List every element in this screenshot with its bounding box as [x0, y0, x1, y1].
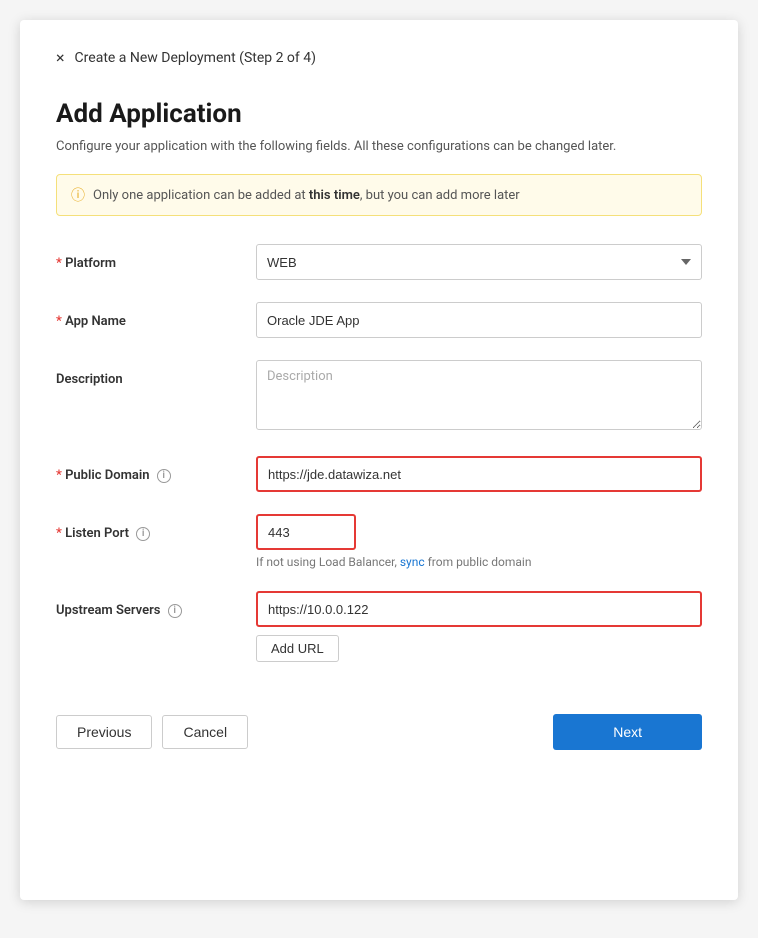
public-domain-field-col [256, 456, 702, 492]
description-label-col: Description [56, 360, 256, 387]
app-name-label-col: App Name [56, 302, 256, 329]
public-domain-input[interactable] [256, 456, 702, 492]
upstream-servers-label: Upstream Servers i [56, 603, 182, 618]
info-banner: ⓘ Only one application can be added at t… [56, 174, 702, 216]
public-domain-label-col: Public Domain i [56, 456, 256, 483]
listen-port-group: Listen Port i If not using Load Balancer… [56, 514, 702, 569]
upstream-servers-group: Upstream Servers i Add URL [56, 591, 702, 662]
public-domain-group: Public Domain i [56, 456, 702, 492]
app-name-label: App Name [56, 314, 126, 329]
modal-footer: Previous Cancel Next [56, 698, 702, 750]
modal-title: Create a New Deployment (Step 2 of 4) [75, 50, 316, 66]
listen-port-label: Listen Port i [56, 526, 150, 541]
add-url-button[interactable]: Add URL [256, 635, 339, 662]
cancel-button[interactable]: Cancel [162, 715, 248, 749]
banner-text: Only one application can be added at thi… [93, 188, 520, 203]
upstream-servers-input[interactable] [256, 591, 702, 627]
next-button[interactable]: Next [553, 714, 702, 750]
description-group: Description [56, 360, 702, 434]
app-name-field-col [256, 302, 702, 338]
modal-header: × Create a New Deployment (Step 2 of 4) [56, 48, 702, 67]
page-heading: Add Application [56, 99, 702, 129]
platform-label: Platform [56, 256, 116, 271]
public-domain-label: Public Domain i [56, 468, 171, 483]
public-domain-info-icon[interactable]: i [157, 469, 171, 483]
upstream-servers-field-col: Add URL [256, 591, 702, 662]
modal-container: × Create a New Deployment (Step 2 of 4) … [20, 20, 738, 900]
info-icon: ⓘ [71, 185, 85, 205]
upstream-servers-info-icon[interactable]: i [168, 604, 182, 618]
platform-select[interactable]: WEB MOBILE DESKTOP [256, 244, 702, 280]
description-textarea[interactable] [256, 360, 702, 430]
app-name-group: App Name [56, 302, 702, 338]
app-name-input[interactable] [256, 302, 702, 338]
listen-port-info-icon[interactable]: i [136, 527, 150, 541]
listen-port-hint: If not using Load Balancer, sync from pu… [256, 555, 702, 569]
listen-port-label-col: Listen Port i [56, 514, 256, 541]
listen-port-input[interactable] [256, 514, 356, 550]
platform-field-col: WEB MOBILE DESKTOP [256, 244, 702, 280]
close-icon[interactable]: × [56, 48, 65, 67]
page-subtitle: Configure your application with the foll… [56, 139, 702, 154]
platform-label-col: Platform [56, 244, 256, 271]
footer-left: Previous Cancel [56, 715, 248, 749]
platform-group: Platform WEB MOBILE DESKTOP [56, 244, 702, 280]
description-field-col [256, 360, 702, 434]
listen-port-field-col: If not using Load Balancer, sync from pu… [256, 514, 702, 569]
description-label: Description [56, 372, 123, 387]
upstream-servers-label-col: Upstream Servers i [56, 591, 256, 618]
previous-button[interactable]: Previous [56, 715, 152, 749]
sync-link[interactable]: sync [400, 555, 425, 569]
